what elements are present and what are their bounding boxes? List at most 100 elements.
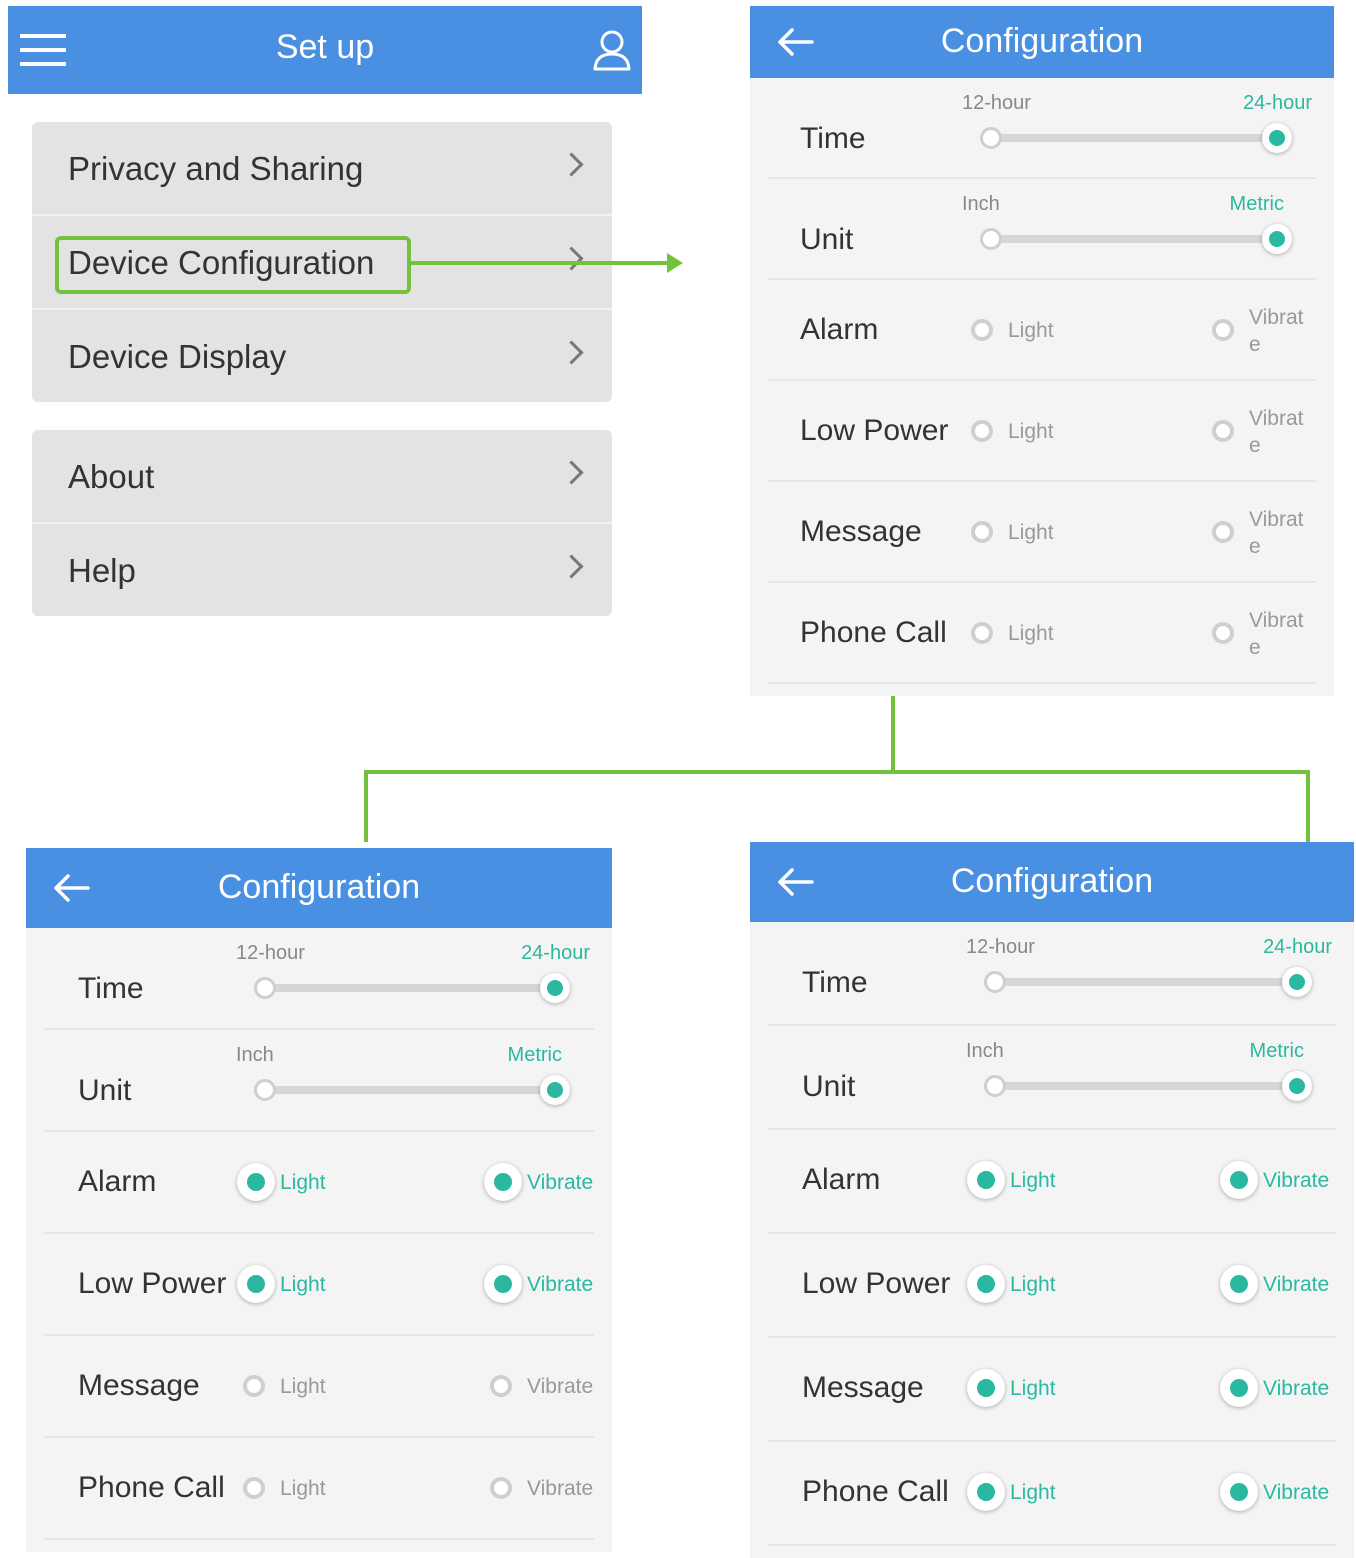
light-radio[interactable] xyxy=(971,420,993,442)
light-radio[interactable] xyxy=(243,1375,265,1397)
slider-left-label: 12-hour xyxy=(966,936,1035,958)
slider-track[interactable] xyxy=(986,1082,1294,1090)
slider-thumb[interactable] xyxy=(540,1075,570,1105)
connector-line xyxy=(364,770,1310,774)
vibrate-radio[interactable] xyxy=(1220,1161,1258,1199)
light-option-label: Light xyxy=(280,1477,326,1500)
slider-right-label: 24-hour xyxy=(1243,92,1312,114)
slider-left-label: 12-hour xyxy=(962,92,1031,114)
light-radio[interactable] xyxy=(237,1265,275,1303)
slider-track[interactable] xyxy=(986,978,1294,986)
slider-track[interactable] xyxy=(982,134,1274,142)
vibrate-option-label: Vibrat e xyxy=(1249,407,1304,457)
slider-track[interactable] xyxy=(256,984,552,992)
setting-label: Low Power xyxy=(802,1267,951,1300)
setting-row-unit: Unit Inch Metric xyxy=(44,1030,594,1132)
setting-row-option: Alarm Light Vibrat e xyxy=(768,280,1316,381)
slider-left-label: Inch xyxy=(966,1040,1004,1062)
menu-item-help[interactable]: Help xyxy=(32,524,612,616)
light-radio[interactable] xyxy=(967,1265,1005,1303)
menu-item-device-display[interactable]: Device Display xyxy=(32,310,612,402)
light-radio[interactable] xyxy=(971,622,993,644)
light-option-label: Light xyxy=(280,1171,326,1194)
configuration-body: Time 12-hour 24-hour Unit Inch Metric Alarm Lig… xyxy=(750,922,1354,1558)
menu-item-label: Device Display xyxy=(68,338,287,375)
vibrate-radio[interactable] xyxy=(1220,1265,1258,1303)
vibrate-radio[interactable] xyxy=(1220,1473,1258,1511)
chevron-right-icon xyxy=(559,152,584,177)
light-radio[interactable] xyxy=(967,1473,1005,1511)
configuration-header: Configuration xyxy=(750,6,1334,78)
light-radio[interactable] xyxy=(237,1163,275,1201)
slider-stop-off[interactable] xyxy=(254,1079,276,1101)
configuration-body: Time 12-hour 24-hour Unit Inch Metric Alarm Lig… xyxy=(26,928,612,1552)
vibrate-radio[interactable] xyxy=(1212,521,1234,543)
vibrate-option-label: Vibrate xyxy=(527,1477,594,1500)
slider-thumb[interactable] xyxy=(1282,1071,1312,1101)
vibrate-option-label: Vibrate xyxy=(1263,1481,1330,1504)
setting-label: Alarm xyxy=(800,313,879,346)
setting-row-option: Low Power Light Vibrate xyxy=(44,1234,594,1336)
chevron-right-icon xyxy=(559,554,584,579)
vibrate-radio[interactable] xyxy=(484,1265,522,1303)
setting-label: Time xyxy=(78,972,144,1005)
light-radio[interactable] xyxy=(971,319,993,341)
vibrate-radio[interactable] xyxy=(1220,1369,1258,1407)
vibrate-radio[interactable] xyxy=(490,1477,512,1499)
connector-arrow-line xyxy=(407,261,669,265)
setting-row-option: Alarm Light Vibrate xyxy=(44,1132,594,1234)
configuration-header: Configuration xyxy=(26,848,612,928)
light-option-label: Light xyxy=(280,1375,326,1398)
slider-thumb[interactable] xyxy=(1262,123,1292,153)
setting-row-time: Time 12-hour 24-hour xyxy=(44,928,594,1030)
slider-track[interactable] xyxy=(256,1086,552,1094)
configuration-header: Configuration xyxy=(750,842,1354,922)
setting-row-option: Phone Call Light Vibrate xyxy=(768,1442,1336,1546)
vibrate-option-label: Vibrat e xyxy=(1249,306,1304,356)
setting-label: Low Power xyxy=(78,1267,227,1300)
vibrate-radio[interactable] xyxy=(1212,622,1234,644)
slider-stop-off[interactable] xyxy=(980,127,1002,149)
vibrate-radio[interactable] xyxy=(1212,319,1234,341)
setting-row-option: Phone Call Light Vibrat e xyxy=(768,583,1316,684)
slider-thumb[interactable] xyxy=(1282,967,1312,997)
setting-label: Low Power xyxy=(800,414,949,447)
setting-label: Phone Call xyxy=(78,1471,225,1504)
light-radio[interactable] xyxy=(243,1477,265,1499)
configuration-body: Time 12-hour 24-hour Unit Inch Metric Alarm Lig… xyxy=(750,78,1334,696)
setting-label: Message xyxy=(78,1369,200,1402)
setting-row-time: Time 12-hour 24-hour xyxy=(768,78,1316,179)
connector-line xyxy=(364,770,368,842)
configuration-title: Configuration xyxy=(217,868,421,906)
setting-label: Time xyxy=(802,966,868,999)
light-option-label: Light xyxy=(1008,420,1054,443)
configuration-title: Configuration xyxy=(950,862,1154,900)
light-radio[interactable] xyxy=(971,521,993,543)
light-option-label: Light xyxy=(1010,1273,1056,1296)
light-option-label: Light xyxy=(1008,521,1054,544)
setup-header: Set up xyxy=(8,6,642,94)
menu-item-about[interactable]: About xyxy=(32,430,612,524)
slider-stop-off[interactable] xyxy=(980,228,1002,250)
vibrate-option-label: Vibrate xyxy=(527,1375,594,1398)
menu-item-privacy-and-sharing[interactable]: Privacy and Sharing xyxy=(32,122,612,216)
menu-item-label: Privacy and Sharing xyxy=(68,150,364,187)
slider-thumb[interactable] xyxy=(540,973,570,1003)
light-radio[interactable] xyxy=(967,1369,1005,1407)
vibrate-option-label: Vibrat e xyxy=(1249,508,1304,558)
slider-stop-off[interactable] xyxy=(984,1075,1006,1097)
user-icon[interactable] xyxy=(592,28,632,72)
light-radio[interactable] xyxy=(967,1161,1005,1199)
highlight-box xyxy=(55,236,411,294)
slider-stop-off[interactable] xyxy=(984,971,1006,993)
slider-thumb[interactable] xyxy=(1262,224,1292,254)
vibrate-radio[interactable] xyxy=(484,1163,522,1201)
slider-track[interactable] xyxy=(982,235,1274,243)
setting-label: Time xyxy=(800,122,866,155)
vibrate-option-label: Vibrate xyxy=(527,1171,594,1194)
vibrate-radio[interactable] xyxy=(1212,420,1234,442)
setting-row-option: Message Light Vibrat e xyxy=(768,482,1316,583)
vibrate-radio[interactable] xyxy=(490,1375,512,1397)
slider-stop-off[interactable] xyxy=(254,977,276,999)
connector-line xyxy=(891,690,895,772)
